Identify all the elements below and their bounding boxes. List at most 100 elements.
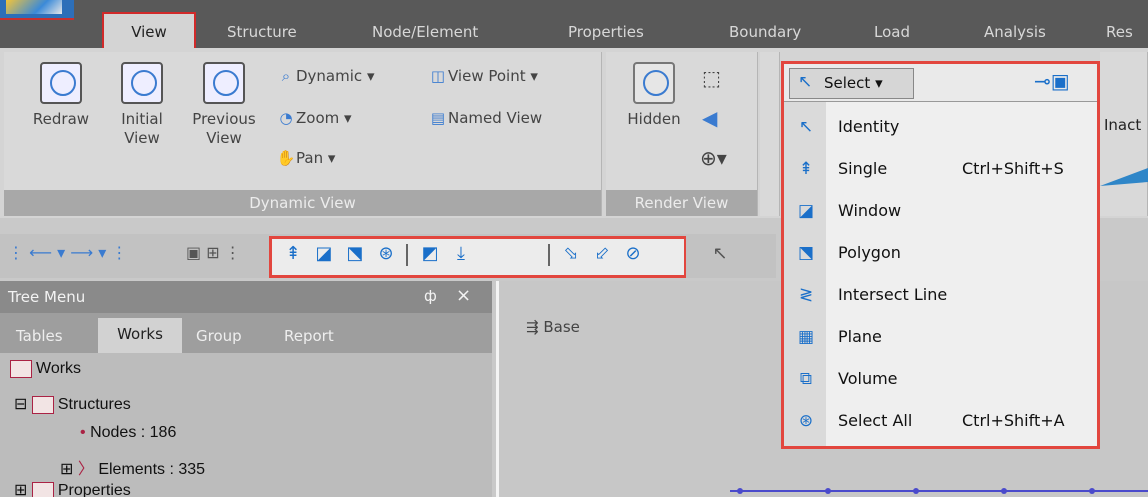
select-all-icon[interactable]: ⊛ bbox=[374, 242, 398, 266]
tree-menu-header: Tree Menu bbox=[0, 281, 492, 313]
inactive-label-cut: Inact bbox=[1104, 116, 1142, 134]
single-select-icon: ⇞ bbox=[798, 159, 814, 179]
tree-node-elements[interactable]: ⊞ 〉 Elements : 335 bbox=[60, 455, 205, 479]
unselect-all-icon[interactable]: ⊘ bbox=[621, 242, 645, 266]
base-level-icon: ⇶ bbox=[526, 318, 539, 336]
render-option-icon[interactable]: ⬚ bbox=[702, 66, 721, 90]
tab-node-element[interactable]: Node/Element bbox=[372, 16, 478, 48]
pan-button[interactable]: ✋Pan ▾ bbox=[276, 149, 336, 167]
named-view-label: Named View bbox=[448, 109, 543, 127]
menu-item-label: Plane bbox=[838, 327, 882, 346]
menu-item-shortcut: Ctrl+Shift+S bbox=[962, 159, 1064, 178]
unselect-window-icon[interactable]: ◩ bbox=[418, 242, 442, 266]
menu-item-volume[interactable]: ⧉ Volume bbox=[784, 358, 1097, 400]
window-select-icon: ◪ bbox=[797, 201, 815, 221]
initial-view-button[interactable]: Initial View bbox=[112, 62, 172, 148]
menu-item-window[interactable]: ◪ Window bbox=[784, 190, 1097, 232]
tree-node-label: Works bbox=[36, 360, 82, 378]
tree-tab-works[interactable]: Works bbox=[98, 318, 182, 353]
zoom-label: Zoom bbox=[296, 109, 340, 127]
structures-icon bbox=[31, 395, 54, 414]
node-select-icon[interactable]: ⊸▣ bbox=[1034, 69, 1070, 93]
back-forward-arrows-icon[interactable]: ⋮ ⟵ ▾ ⟶ ▾ ⋮ bbox=[8, 243, 127, 262]
tree-node-label: Properties bbox=[57, 482, 131, 497]
close-icon[interactable]: × bbox=[456, 285, 471, 306]
ribbon-group-gap bbox=[760, 52, 780, 216]
menu-item-label: Window bbox=[838, 201, 902, 220]
single-select-icon[interactable]: ⇞ bbox=[281, 242, 305, 266]
previous-view-label-2: View bbox=[206, 129, 242, 147]
menu-item-label: Volume bbox=[838, 369, 898, 388]
tab-structure[interactable]: Structure bbox=[227, 16, 297, 48]
pan-label: Pan bbox=[296, 149, 324, 167]
zoom-button[interactable]: ◔ Zoom ▾ bbox=[276, 109, 352, 127]
dynamic-button[interactable]: ⌕ Dynamic ▾ bbox=[276, 67, 375, 85]
previous-view-button[interactable]: Previous View bbox=[188, 62, 260, 148]
plane-select-icon: ▦ bbox=[797, 327, 815, 347]
tree-tab-report[interactable]: Report bbox=[284, 320, 334, 352]
tab-load[interactable]: Load bbox=[874, 16, 910, 48]
menu-item-single[interactable]: ⇞ Single Ctrl+Shift+S bbox=[784, 148, 1097, 190]
group-label: Render View bbox=[606, 190, 757, 216]
view-point-button[interactable]: ◫ View Point ▾ bbox=[428, 67, 538, 85]
initial-view-icon bbox=[121, 62, 163, 104]
tree-node-label: Nodes : 186 bbox=[90, 424, 177, 441]
tree-node-properties[interactable]: ⊞ Properties bbox=[14, 480, 131, 497]
tab-analysis[interactable]: Analysis bbox=[984, 16, 1046, 48]
pin-icon[interactable]: ф bbox=[424, 287, 437, 305]
light-icon[interactable]: ◀ bbox=[702, 106, 717, 130]
menu-item-identity[interactable]: ↖ Identity bbox=[784, 106, 1097, 148]
menu-item-select-all[interactable]: ⊛ Select All Ctrl+Shift+A bbox=[784, 400, 1097, 442]
select-label: Select bbox=[824, 74, 871, 92]
volume-select-icon: ⧉ bbox=[799, 369, 813, 389]
chevron-down-icon: ▾ bbox=[530, 67, 538, 85]
zoom-icon: ◔ bbox=[279, 109, 293, 127]
pan-hand-icon: ✋ bbox=[276, 149, 296, 167]
unselect-polygon-icon[interactable]: ⬃ bbox=[590, 242, 614, 266]
tree-menu-title: Tree Menu bbox=[8, 288, 86, 306]
menu-item-intersect-line[interactable]: ≷ Intersect Line bbox=[784, 274, 1097, 316]
select-previous-icon[interactable]: ⤓ bbox=[449, 242, 473, 266]
menu-item-label: Identity bbox=[838, 117, 900, 136]
element-icon: 〉 bbox=[77, 461, 94, 478]
menu-item-polygon[interactable]: ⬔ Polygon bbox=[784, 232, 1097, 274]
hidden-button[interactable]: Hidden bbox=[616, 62, 692, 129]
menu-item-plane[interactable]: ▦ Plane bbox=[784, 316, 1097, 358]
menu-item-shortcut: Ctrl+Shift+A bbox=[962, 411, 1065, 430]
chevron-down-icon: ▾ bbox=[344, 109, 352, 127]
view-point-icon: ◫ bbox=[430, 67, 446, 85]
snap-icons[interactable]: ▣ ⊞ ⋮ bbox=[186, 243, 241, 262]
dynamic-label: Dynamic bbox=[296, 67, 363, 85]
callout-arrow bbox=[1100, 168, 1148, 186]
tab-boundary[interactable]: Boundary bbox=[729, 16, 801, 48]
pointer-icon[interactable]: ↖ bbox=[708, 242, 732, 266]
app-logo[interactable] bbox=[0, 0, 74, 20]
initial-view-label-1: Initial bbox=[121, 110, 163, 128]
tree-tab-tables[interactable]: Tables bbox=[16, 320, 63, 352]
tree-node-structures[interactable]: ⊟ Structures bbox=[14, 394, 131, 414]
chevron-down-icon: ▾ bbox=[366, 67, 375, 85]
redraw-button[interactable]: Redraw bbox=[28, 62, 94, 129]
group-label: Dynamic View bbox=[4, 190, 601, 216]
unselect-single-icon[interactable]: ⬂ bbox=[559, 242, 583, 266]
tree-node-nodes[interactable]: • Nodes : 186 bbox=[80, 424, 176, 442]
globe-icon[interactable]: ⊕▾ bbox=[700, 146, 727, 170]
hidden-label: Hidden bbox=[627, 110, 681, 128]
tree-tab-group[interactable]: Group bbox=[196, 320, 242, 352]
polygon-select-icon[interactable]: ⬔ bbox=[343, 242, 367, 266]
tab-view[interactable]: View bbox=[102, 12, 196, 50]
model-beam-line bbox=[730, 488, 1148, 494]
toolbar-separator bbox=[548, 244, 550, 266]
tab-properties[interactable]: Properties bbox=[568, 16, 644, 48]
toolbar-separator bbox=[406, 244, 408, 266]
collapse-icon: ⊟ bbox=[14, 396, 28, 413]
window-select-icon[interactable]: ◪ bbox=[312, 242, 336, 266]
expand-icon: ⊞ bbox=[14, 482, 28, 497]
tree-node-label: Elements : 335 bbox=[98, 461, 206, 478]
initial-view-label-2: View bbox=[124, 129, 160, 147]
named-view-button[interactable]: ▤ Named View bbox=[428, 109, 542, 127]
tree-node-works[interactable]: Works bbox=[10, 360, 81, 378]
chevron-down-icon: ▾ bbox=[875, 74, 883, 92]
select-arrow-icon: ↖ bbox=[798, 72, 813, 92]
tab-results[interactable]: Res bbox=[1106, 16, 1133, 48]
